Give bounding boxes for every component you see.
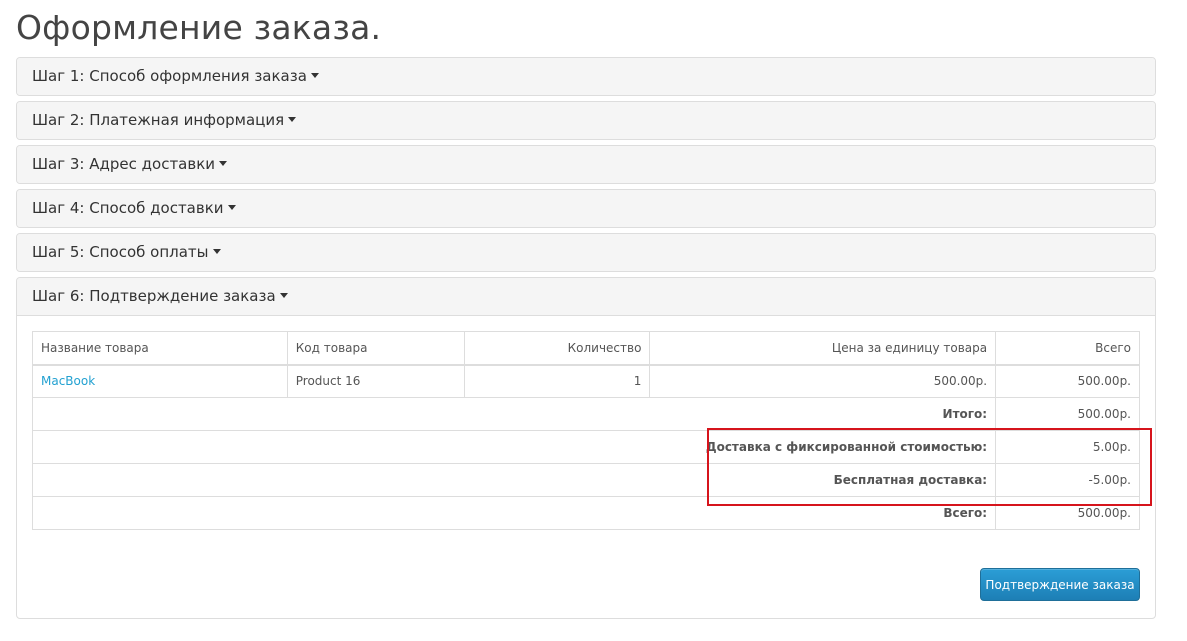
- table-row: MacBook Product 16 1 500.00р. 500.00р.: [32, 364, 1140, 398]
- step-heading-1[interactable]: Шаг 1: Способ оформления заказа: [17, 58, 1155, 95]
- totals-value: 5.00р.: [995, 430, 1140, 464]
- step-title: Шаг 6: Подтверждение заказа: [32, 287, 276, 305]
- totals-label: Всего:: [31, 496, 997, 530]
- caret-down-icon: [310, 73, 319, 78]
- order-table: Название товара Код товара Количество Це…: [31, 331, 1140, 530]
- product-name-cell: MacBook: [32, 364, 288, 398]
- step-title: Шаг 4: Способ доставки: [32, 199, 224, 217]
- page-title: Оформление заказа.: [16, 8, 382, 47]
- totals-value: 500.00р.: [995, 397, 1140, 431]
- column-header-total: Всего: [995, 331, 1140, 366]
- step-heading-4[interactable]: Шаг 4: Способ доставки: [17, 190, 1155, 227]
- step-panel-5: Шаг 5: Способ оплаты: [16, 233, 1156, 272]
- totals-row: Доставка с фиксированной стоимостью: 5.0…: [31, 430, 1140, 464]
- step-panel-3: Шаг 3: Адрес доставки: [16, 145, 1156, 184]
- quantity-cell: 1: [463, 364, 651, 398]
- table-header-row: Название товара Код товара Количество Це…: [32, 331, 1140, 366]
- step-panel-6: Шаг 6: Подтверждение заказа Название тов…: [16, 277, 1156, 619]
- column-header-code: Код товара: [286, 331, 465, 366]
- totals-value: -5.00р.: [995, 463, 1140, 497]
- step-title: Шаг 1: Способ оформления заказа: [32, 67, 307, 85]
- product-code-cell: Product 16: [286, 364, 465, 398]
- caret-down-icon: [288, 117, 297, 122]
- totals-label: Бесплатная доставка:: [31, 463, 997, 497]
- step-heading-3[interactable]: Шаг 3: Адрес доставки: [17, 146, 1155, 183]
- step-title: Шаг 3: Адрес доставки: [32, 155, 216, 173]
- totals-row: Всего: 500.00р.: [31, 496, 1140, 530]
- step-panel-4: Шаг 4: Способ доставки: [16, 189, 1156, 228]
- column-header-quantity: Количество: [463, 331, 651, 366]
- caret-down-icon: [212, 249, 221, 254]
- step-panel-1: Шаг 1: Способ оформления заказа: [16, 57, 1156, 96]
- item-total-cell: 500.00р.: [995, 364, 1140, 398]
- step-heading-5[interactable]: Шаг 5: Способ оплаты: [17, 234, 1155, 271]
- step-heading-2[interactable]: Шаг 2: Платежная информация: [17, 102, 1155, 139]
- step-title: Шаг 5: Способ оплаты: [32, 243, 209, 261]
- caret-down-icon: [219, 161, 228, 166]
- unit-price-cell: 500.00р.: [649, 364, 997, 398]
- totals-row: Бесплатная доставка: -5.00р.: [31, 463, 1140, 497]
- caret-down-icon: [227, 205, 236, 210]
- totals-label: Доставка с фиксированной стоимостью:: [31, 430, 997, 464]
- step-panel-2: Шаг 2: Платежная информация: [16, 101, 1156, 140]
- column-header-name: Название товара: [32, 331, 288, 366]
- confirm-panel-body: Название товара Код товара Количество Це…: [17, 316, 1155, 618]
- totals-row: Итого: 500.00р.: [31, 397, 1140, 431]
- column-header-unit-price: Цена за единицу товара: [649, 331, 997, 366]
- confirm-order-button[interactable]: Подтверждение заказа: [980, 568, 1140, 601]
- totals-value: 500.00р.: [995, 496, 1140, 530]
- step-title: Шаг 2: Платежная информация: [32, 111, 285, 129]
- step-heading-6[interactable]: Шаг 6: Подтверждение заказа: [17, 278, 1155, 316]
- caret-down-icon: [279, 293, 288, 298]
- totals-label: Итого:: [31, 397, 997, 431]
- product-link[interactable]: MacBook: [41, 374, 95, 388]
